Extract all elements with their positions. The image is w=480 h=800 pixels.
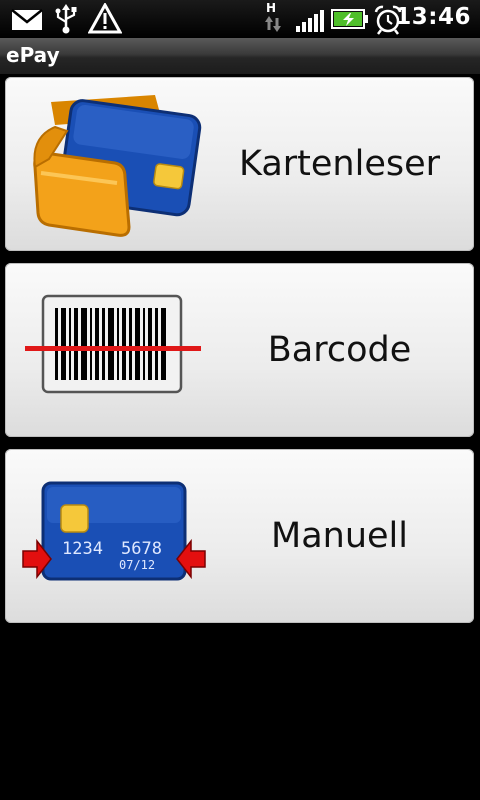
card-expiry: 07/12 bbox=[119, 558, 156, 572]
status-bar: H 13:46 bbox=[0, 0, 480, 38]
menu-item-label: Barcode bbox=[267, 330, 412, 370]
credit-card-graphic bbox=[22, 481, 206, 581]
menu-item-label: Kartenleser bbox=[238, 144, 441, 184]
app-title-bar: ePay bbox=[0, 38, 480, 75]
menu-item-barcode[interactable]: Barcode bbox=[5, 263, 474, 437]
network-type-indicator: H bbox=[262, 1, 284, 35]
clock-time: 13:46 bbox=[395, 4, 471, 30]
mail-icon bbox=[11, 9, 43, 30]
battery-charging-icon bbox=[331, 9, 368, 29]
menu-item-manual-entry[interactable]: 1234 5678 07/12 Manuell bbox=[5, 449, 474, 623]
app-title: ePay bbox=[6, 43, 60, 67]
barcode-scan-icon bbox=[25, 294, 201, 394]
data-arrows-icon bbox=[265, 16, 281, 32]
card-number-part-2: 5678 bbox=[121, 539, 162, 559]
menu-item-card-reader[interactable]: Kartenleser bbox=[5, 77, 474, 251]
warning-icon bbox=[88, 3, 122, 34]
menu-item-label: Manuell bbox=[271, 516, 408, 556]
network-type-label: H bbox=[266, 1, 277, 15]
wallet-card-icon bbox=[33, 95, 202, 237]
card-number-part-1: 1234 bbox=[62, 539, 103, 559]
usb-icon bbox=[55, 4, 77, 34]
signal-strength-icon bbox=[296, 10, 324, 32]
manual-card-entry-icon: 1234 5678 07/12 bbox=[5, 449, 210, 623]
